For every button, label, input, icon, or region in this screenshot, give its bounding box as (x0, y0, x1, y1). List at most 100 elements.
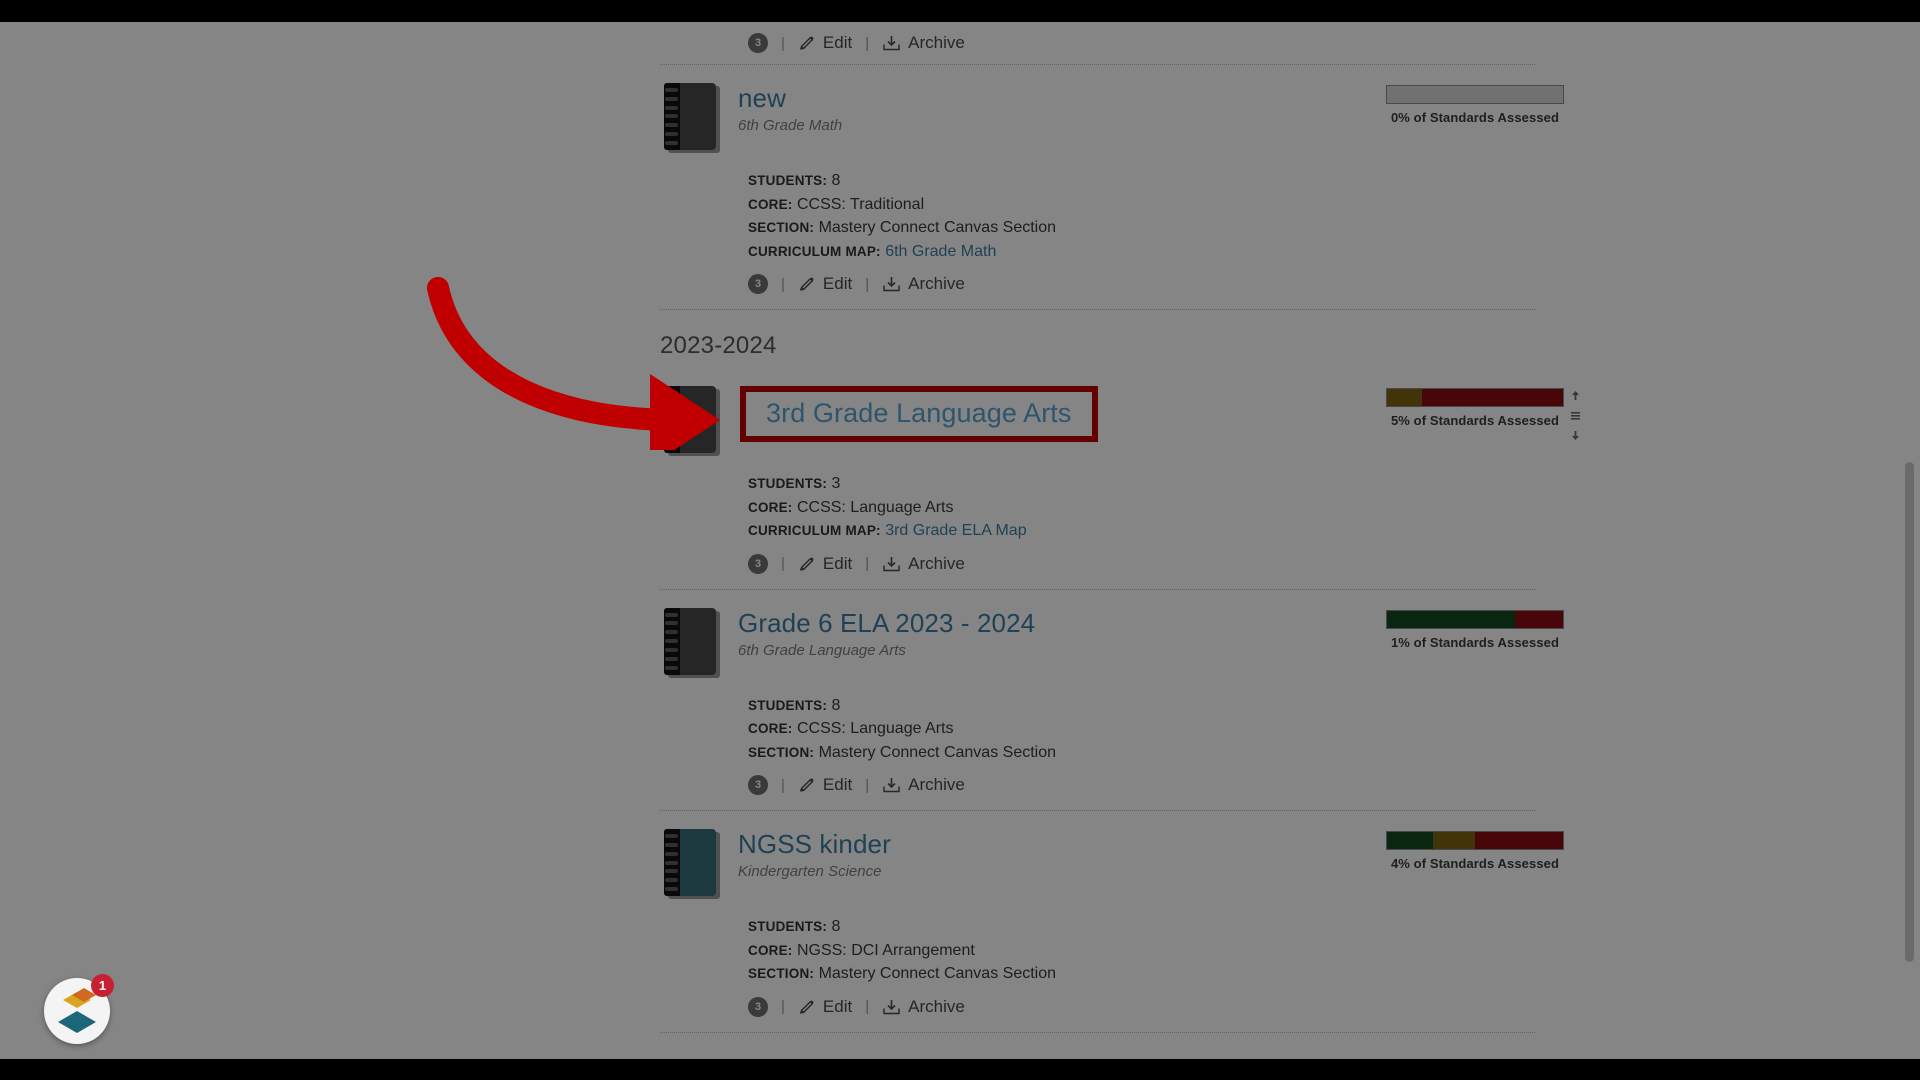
meta-curriculum-map: CURRICULUM MAP: 6th Grade Math (748, 240, 1535, 264)
class-title-link[interactable]: new (738, 84, 842, 112)
notification-badge: 1 (91, 974, 114, 997)
progress-label: 1% of Standards Assessed (1390, 634, 1560, 650)
core-label: CORE: (748, 942, 793, 958)
pencil-icon (798, 776, 816, 794)
meta-section: SECTION: Mastery Connect Canvas Section (748, 962, 1535, 986)
class-actions: 3 | Edit | Archive (660, 986, 1535, 1028)
section-value: Mastery Connect Canvas Section (818, 743, 1057, 761)
action-separator: | (865, 998, 870, 1016)
screenshot-root: 3 | Edit | Archive new 6th Grade Math STUDENTS:… (0, 0, 1920, 1080)
progress-bar (1386, 85, 1564, 104)
core-value: CCSS: Language Arts (796, 498, 954, 516)
archive-button[interactable]: Archive (882, 33, 965, 53)
action-separator: | (781, 776, 785, 794)
class-meta: STUDENTS: 8 CORE: NGSS: DCI Arrangement SE… (660, 899, 1535, 986)
browser-viewport: 3 | Edit | Archive new 6th Grade Math STUDENTS:… (0, 22, 1920, 1059)
move-up-icon[interactable] (1570, 390, 1581, 401)
meta-core: CORE: CCSS: Language Arts (748, 496, 1535, 520)
meta-students: STUDENTS: 3 (748, 472, 1535, 496)
class-actions: 3 | Edit | Archive (660, 263, 1535, 305)
meta-section: SECTION: Mastery Connect Canvas Section (748, 216, 1535, 240)
action-separator: | (781, 998, 785, 1016)
class-title-link[interactable]: Grade 6 ELA 2023 - 2024 (738, 609, 1035, 637)
class-title-link[interactable]: NGSS kinder (738, 830, 891, 858)
edit-button[interactable]: Edit (798, 274, 852, 294)
meta-core: CORE: CCSS: Language Arts (748, 717, 1535, 741)
class-card: Grade 6 ELA 2023 - 2024 6th Grade Languag… (660, 590, 1564, 811)
assessment-count-badge[interactable]: 3 (748, 33, 768, 53)
class-actions: 3 | Edit | Archive (660, 22, 1535, 64)
class-subtitle: 6th Grade Language Arts (738, 641, 906, 659)
progress-label: 5% of Standards Assessed (1390, 413, 1560, 429)
action-separator: | (865, 34, 870, 52)
students-value: 8 (831, 696, 841, 714)
vertical-scrollbar[interactable] (1905, 462, 1914, 962)
action-separator: | (781, 275, 785, 293)
assessment-count-badge[interactable]: 3 (748, 553, 768, 574)
archive-icon (882, 998, 901, 1016)
class-meta: STUDENTS: 3 CORE: CCSS: Language Arts CURR… (660, 456, 1535, 543)
students-value: 8 (831, 918, 841, 936)
progress-label: 4% of Standards Assessed (1390, 856, 1560, 872)
meta-students: STUDENTS: 8 (748, 915, 1535, 939)
help-bubble[interactable]: 1 (44, 974, 114, 1044)
edit-label: Edit (822, 274, 853, 294)
pencil-icon (798, 998, 816, 1016)
archive-icon (882, 34, 901, 52)
curriculum-map-label: CURRICULUM MAP: (748, 523, 881, 539)
assessment-count-badge[interactable]: 3 (748, 274, 768, 295)
assessment-count-badge[interactable]: 3 (748, 775, 768, 796)
highlight-annotation: 3rd Grade Language Arts (740, 386, 1098, 443)
row-tools (1566, 390, 1584, 441)
archive-icon (882, 776, 901, 794)
action-separator: | (865, 275, 870, 293)
curriculum-map-link[interactable]: 6th Grade Math (885, 243, 996, 260)
archive-button[interactable]: Archive (882, 997, 965, 1017)
pencil-icon (798, 275, 816, 293)
list-menu-icon[interactable] (1570, 410, 1581, 421)
edit-button[interactable]: Edit (798, 33, 852, 53)
year-heading: 2022-2023 (660, 1033, 1535, 1059)
students-label: STUDENTS: (748, 476, 828, 492)
edit-button[interactable]: Edit (798, 997, 852, 1017)
class-card: new 6th Grade Math STUDENTS: 8 CORE: CCSS: … (660, 65, 1564, 309)
core-value: NGSS: DCI Arrangement (796, 941, 975, 959)
progress-bar (1386, 388, 1564, 408)
progress-bar (1386, 609, 1564, 629)
pencil-icon (798, 555, 816, 573)
section-label: SECTION: (748, 220, 815, 236)
archive-label: Archive (908, 775, 965, 795)
section-value: Mastery Connect Canvas Section (818, 965, 1057, 983)
class-subtitle: 6th Grade Math (738, 117, 843, 135)
core-value: CCSS: Traditional (796, 195, 925, 213)
action-separator: | (781, 555, 785, 573)
archive-label: Archive (908, 996, 965, 1016)
move-down-icon[interactable] (1570, 430, 1581, 441)
edit-label: Edit (822, 775, 853, 795)
edit-label: Edit (822, 553, 853, 573)
pencil-icon (798, 34, 816, 52)
class-meta: STUDENTS: 8 CORE: CCSS: Language Arts SECT… (660, 678, 1535, 765)
assessment-count-badge[interactable]: 3 (748, 996, 768, 1017)
meta-core: CORE: CCSS: Traditional (748, 193, 1535, 217)
action-separator: | (865, 776, 870, 794)
archive-button[interactable]: Archive (882, 274, 965, 294)
archive-icon (882, 275, 901, 293)
edit-button[interactable]: Edit (798, 554, 852, 574)
core-value: CCSS: Language Arts (796, 720, 954, 738)
archive-button[interactable]: Archive (882, 775, 965, 795)
edit-button[interactable]: Edit (798, 775, 852, 795)
archive-button[interactable]: Archive (882, 554, 965, 574)
class-notebook-icon (664, 83, 720, 153)
class-notebook-icon (664, 829, 720, 900)
class-title-link[interactable]: 3rd Grade Language Arts (766, 399, 1072, 428)
class-card: 3rd Grade Language Arts STUDENTS: 3 CORE: … (660, 368, 1580, 589)
class-meta: STUDENTS: 8 CORE: CCSS: Traditional SECTIO… (660, 153, 1535, 263)
core-label: CORE: (748, 196, 793, 212)
section-value: Mastery Connect Canvas Section (818, 219, 1057, 237)
archive-icon (882, 555, 901, 573)
curriculum-map-link[interactable]: 3rd Grade ELA Map (885, 522, 1026, 539)
students-value: 3 (831, 475, 841, 493)
action-separator: | (865, 555, 870, 573)
section-label: SECTION: (748, 744, 815, 760)
